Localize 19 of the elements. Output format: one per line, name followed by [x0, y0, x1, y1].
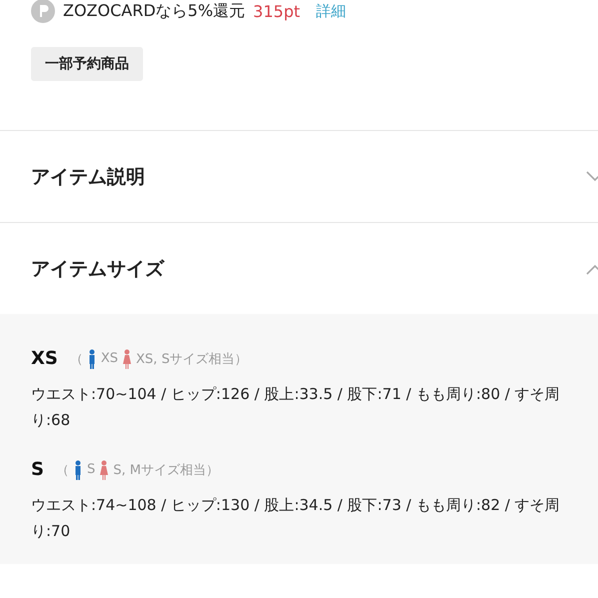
paren: （ [56, 462, 69, 478]
female-figure-icon [99, 460, 110, 480]
section-title[interactable]: アイテム説明 [31, 164, 145, 190]
women-size: XS, Sサイズ相当） [136, 350, 248, 368]
preorder-tag: 一部予約商品 [31, 47, 143, 81]
section-title[interactable]: アイテムサイズ [31, 256, 164, 282]
women-size: S, Mサイズ相当） [113, 462, 219, 478]
size-name: S [31, 459, 44, 480]
paren: （ [70, 350, 83, 368]
size-measurements: ウエスト:74~108 / ヒップ:130 / 股上:34.5 / 股下:73 / もも周り:82 / すそ周り:70 [31, 495, 561, 542]
male-figure-icon [72, 460, 83, 480]
size-measurements: ウエスト:70~104 / ヒップ:126 / 股上:33.5 / 股下:71 / もも周り:80 / すそ周り:68 [31, 384, 561, 431]
male-figure-icon [86, 348, 97, 368]
points-text: ZOZOCARDなら5%還元 [63, 0, 246, 22]
men-size: XS [100, 351, 118, 366]
points-amount: 315pt [253, 2, 300, 20]
men-size: S [86, 462, 96, 477]
size-name: XS [31, 348, 58, 369]
female-figure-icon [122, 348, 132, 368]
